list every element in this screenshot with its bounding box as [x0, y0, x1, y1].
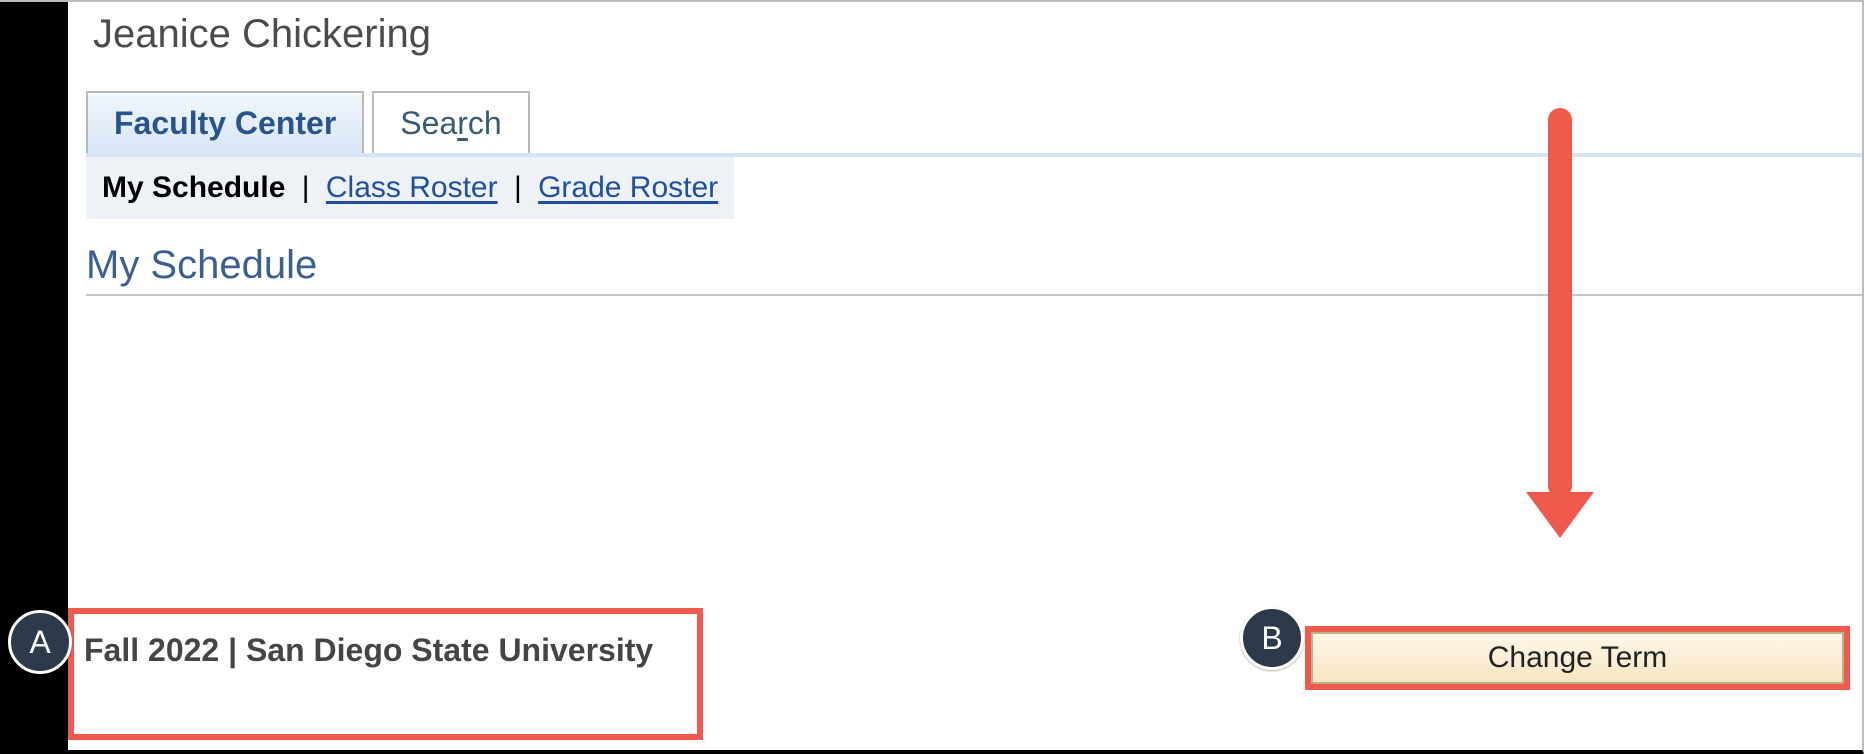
- arrow-head-icon: [1526, 492, 1594, 538]
- annotation-arrow: [1526, 108, 1594, 538]
- subnav-separator-2: |: [514, 171, 530, 204]
- tab-search-pre: Sea: [400, 105, 457, 142]
- change-term-highlight: Change Term: [1305, 626, 1850, 690]
- tab-search-post: ch: [468, 105, 502, 142]
- tab-search[interactable]: Search: [372, 91, 529, 153]
- current-term-label: Fall 2022 | San Diego State University: [84, 626, 687, 676]
- bottom-band: Fall 2022 | San Diego State University C…: [68, 606, 1860, 750]
- tab-faculty-center[interactable]: Faculty Center: [86, 91, 364, 153]
- grade-roster-rest: rade Roster: [561, 171, 718, 204]
- class-roster-accelerator: C: [326, 171, 348, 204]
- arrow-shaft-icon: [1548, 108, 1572, 498]
- change-term-button[interactable]: Change Term: [1311, 632, 1844, 684]
- annotation-badge-a: A: [8, 610, 72, 674]
- subnav-separator-1: |: [302, 171, 318, 204]
- section-title-my-schedule: My Schedule: [86, 243, 1862, 288]
- subnav-class-roster[interactable]: Class Roster: [326, 171, 498, 204]
- app-frame: Jeanice Chickering Faculty Center Search…: [0, 0, 1864, 754]
- subnav-grade-roster[interactable]: Grade Roster: [538, 171, 718, 204]
- class-roster-rest: lass Roster: [348, 171, 498, 204]
- grade-roster-accelerator: G: [538, 171, 561, 204]
- subnav-my-schedule[interactable]: My Schedule: [102, 171, 285, 204]
- tab-search-accelerator: r: [457, 105, 468, 142]
- tab-row: Faculty Center Search: [86, 87, 1862, 157]
- user-name-heading: Jeanice Chickering: [93, 12, 1862, 57]
- current-term-box: Fall 2022 | San Diego State University: [68, 608, 703, 740]
- subnav: My Schedule | Class Roster | Grade Roste…: [86, 157, 734, 219]
- section-divider: [86, 294, 1862, 296]
- annotation-badge-b: B: [1240, 606, 1304, 670]
